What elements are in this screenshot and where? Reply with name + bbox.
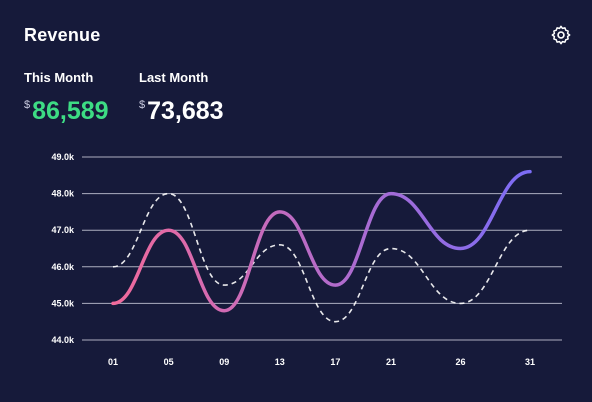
this-month-stat: This Month $ 86,589 (24, 70, 109, 125)
revenue-card: Revenue This Month $ 86,589 Last Month $… (0, 0, 592, 402)
x-tick-label: 05 (164, 357, 174, 367)
this-month-value: 86,589 (32, 97, 109, 125)
x-tick-label: 31 (525, 357, 535, 367)
y-tick-label: 44.0k (51, 335, 75, 345)
revenue-line-chart: 44.0k 45.0k 46.0k 47.0k 48.0k 49.0k 01 05 09 13 17… (51, 152, 562, 367)
last-month-value: 73,683 (147, 97, 224, 125)
x-tick-label: 09 (219, 357, 229, 367)
last-month-currency: $ (139, 99, 146, 111)
y-tick-label: 46.0k (51, 262, 75, 272)
x-tick-label: 01 (108, 357, 118, 367)
x-tick-label: 21 (386, 357, 396, 367)
last-month-line (112, 192, 531, 323)
last-month-label: Last Month (139, 70, 209, 85)
this-month-line (111, 169, 532, 313)
card-title: Revenue (24, 25, 101, 45)
last-month-stat: Last Month $ 73,683 (139, 70, 224, 125)
y-tick-label: 49.0k (51, 152, 75, 162)
y-tick-label: 48.0k (51, 189, 75, 199)
this-month-currency: $ (24, 99, 31, 111)
this-month-label: This Month (24, 70, 94, 85)
y-tick-label: 47.0k (51, 225, 75, 235)
x-tick-label: 17 (330, 357, 340, 367)
y-tick-label: 45.0k (51, 298, 75, 308)
x-tick-label: 26 (455, 357, 465, 367)
x-tick-label: 13 (275, 357, 285, 367)
gear-icon[interactable] (550, 24, 572, 46)
